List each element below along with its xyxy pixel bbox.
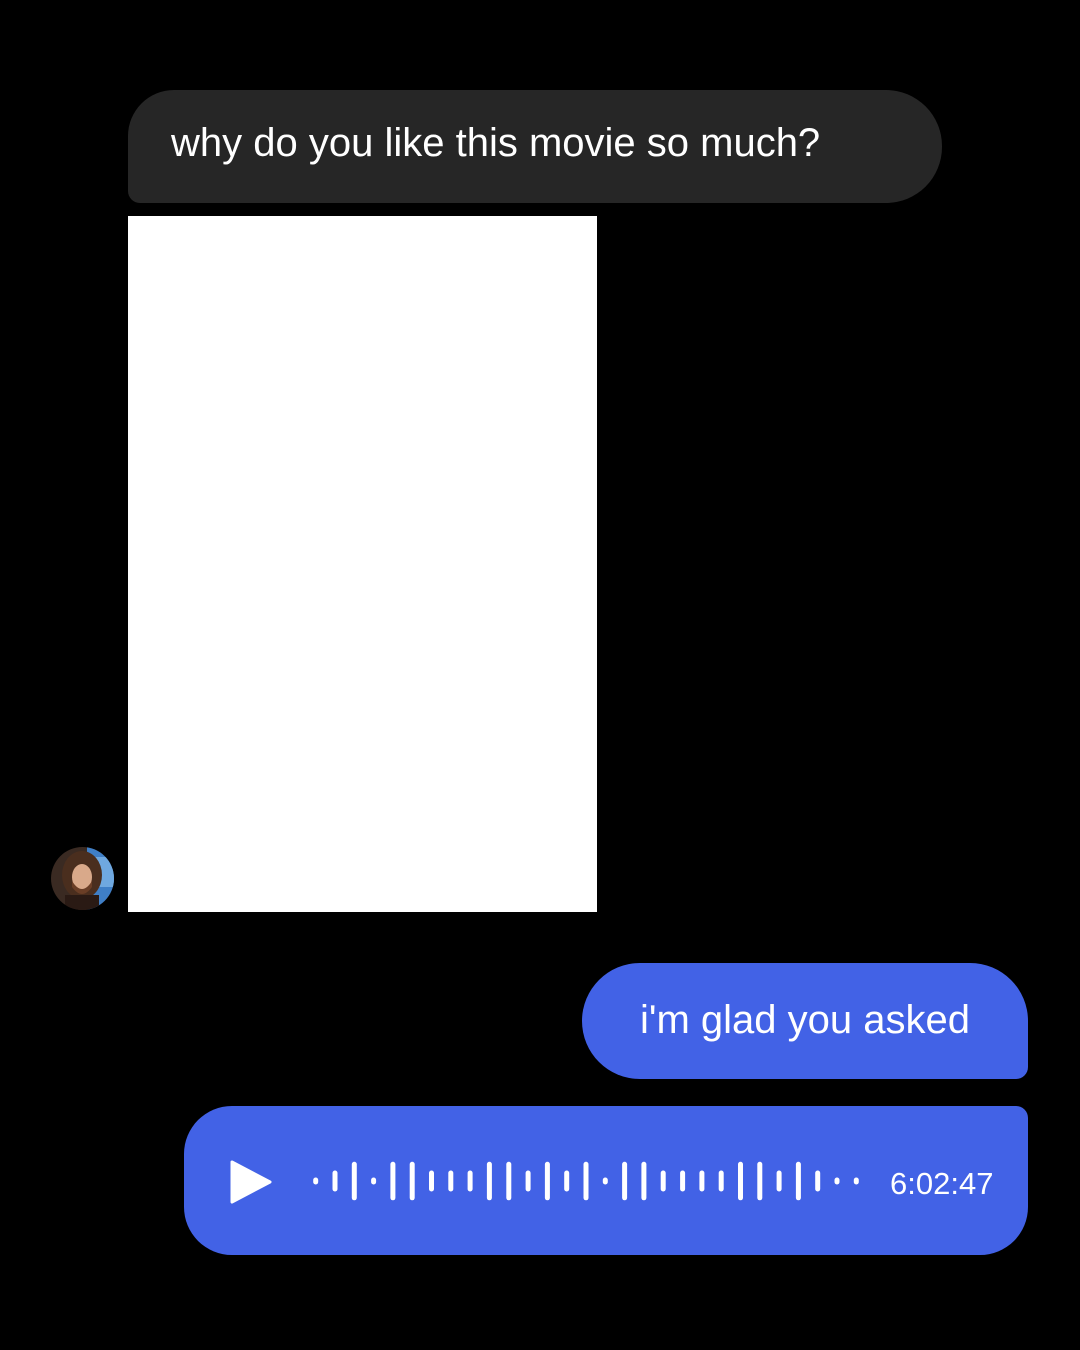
waveform-bar <box>738 1161 743 1201</box>
waveform-bar <box>660 1170 666 1192</box>
waveform-bar <box>795 1161 801 1201</box>
incoming-message-text: why do you like this movie so much? <box>171 120 821 165</box>
person-avatar-icon <box>51 847 114 910</box>
play-icon[interactable] <box>228 1160 274 1204</box>
waveform-bar <box>853 1177 859 1185</box>
waveform-bar <box>371 1177 377 1185</box>
outgoing-message-text: i'm glad you asked <box>639 998 971 1042</box>
waveform-bar <box>467 1170 473 1192</box>
image-attachment[interactable] <box>128 216 597 912</box>
waveform-bar <box>641 1161 647 1201</box>
waveform-bar <box>718 1170 724 1192</box>
waveform-bar <box>506 1161 512 1201</box>
waveform-bar <box>602 1177 608 1185</box>
waveform-bar <box>448 1170 454 1192</box>
waveform-bar <box>680 1170 686 1192</box>
waveform-bar <box>583 1161 589 1201</box>
waveform-bar <box>815 1170 821 1192</box>
audio-waveform[interactable] <box>306 1146 866 1216</box>
avatar[interactable] <box>51 847 114 910</box>
waveform-bar <box>834 1177 840 1185</box>
waveform-bar <box>313 1177 319 1185</box>
waveform-bar <box>525 1170 531 1192</box>
waveform-bar <box>776 1170 782 1192</box>
voice-message-duration: 6:02:47 <box>890 1166 994 1201</box>
waveform-bar <box>544 1161 550 1201</box>
waveform-bar <box>332 1170 338 1192</box>
waveform-bar <box>351 1161 357 1201</box>
waveform-bar <box>564 1170 570 1192</box>
waveform-bar <box>409 1161 415 1201</box>
voice-message-bubble[interactable]: 6:02:47 <box>184 1106 1028 1255</box>
waveform-bar <box>699 1170 705 1192</box>
waveform-bar <box>757 1161 763 1201</box>
outgoing-message-bubble[interactable]: i'm glad you asked <box>582 963 1028 1079</box>
waveform-bar <box>622 1161 628 1201</box>
waveform-bar <box>390 1161 396 1201</box>
incoming-message-bubble[interactable]: why do you like this movie so much? <box>128 90 942 203</box>
waveform-bar <box>486 1161 492 1201</box>
waveform-bar <box>429 1170 434 1192</box>
